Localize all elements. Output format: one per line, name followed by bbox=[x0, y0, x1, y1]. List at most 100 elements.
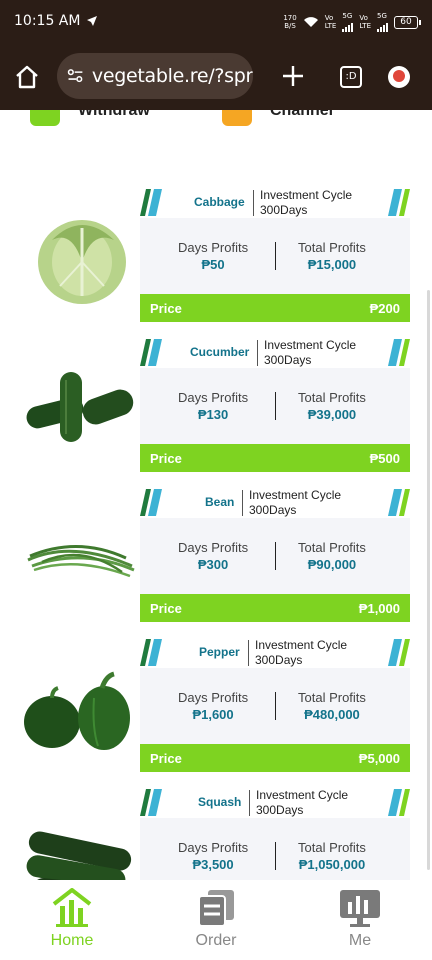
brand-stripe-icon bbox=[388, 189, 410, 216]
days-profits-value: ₱50 bbox=[201, 257, 225, 272]
sim2-bottom: LTE bbox=[359, 22, 371, 30]
investment-cycle-label: Investment Cycle bbox=[260, 188, 353, 202]
days-profits-label: Days Profits bbox=[178, 540, 249, 555]
cabbage-image bbox=[38, 220, 126, 304]
bean-image bbox=[27, 544, 135, 578]
wifi-icon bbox=[303, 17, 318, 27]
days-profits-value: ₱3,500 bbox=[192, 857, 234, 872]
product-name: Bean bbox=[205, 495, 235, 509]
investment-cycle-value: 300Days bbox=[260, 203, 308, 217]
total-profits-label: Total Profits bbox=[298, 690, 366, 705]
price-bar[interactable]: Price ₱500 bbox=[140, 444, 410, 472]
stat-divider bbox=[275, 692, 276, 720]
product-card-cabbage[interactable]: Cabbage Investment Cycle 300Days Days Pr… bbox=[0, 186, 432, 326]
product-card-bean[interactable]: Bean Investment Cycle 300Days Days Profi… bbox=[0, 486, 432, 626]
channel-label: Channel bbox=[270, 110, 334, 119]
card-header: Pepper Investment Cycle 300Days bbox=[140, 636, 410, 668]
product-card: Pepper Investment Cycle 300Days Days Pro… bbox=[140, 636, 410, 776]
network-speed-unit: B/S bbox=[284, 22, 296, 30]
withdraw-label: Withdraw bbox=[78, 110, 150, 119]
product-card: Cabbage Investment Cycle 300Days Days Pr… bbox=[140, 186, 410, 326]
investment-cycle: Investment Cycle 300Days bbox=[260, 188, 352, 218]
header-divider bbox=[242, 490, 243, 516]
withdraw-shortcut[interactable]: Withdraw bbox=[30, 110, 150, 126]
squash-image bbox=[26, 831, 132, 880]
brand-stripe-icon bbox=[388, 339, 410, 366]
channel-shortcut[interactable]: Channel bbox=[222, 110, 333, 126]
product-name: Cucumber bbox=[190, 345, 250, 359]
total-profits-value: ₱39,000 bbox=[307, 407, 357, 422]
sim1-top: Vo bbox=[324, 14, 334, 22]
brand-stripe-icon bbox=[388, 639, 410, 666]
nav-home[interactable]: Home bbox=[22, 888, 122, 950]
days-profits-value: ₱130 bbox=[197, 407, 229, 422]
nav-me[interactable]: Me bbox=[310, 888, 410, 950]
price-bar[interactable]: Price ₱200 bbox=[140, 294, 410, 322]
total-profits-label: Total Profits bbox=[298, 390, 366, 405]
nav-order[interactable]: Order bbox=[166, 888, 266, 950]
investment-cycle: Investment Cycle 300Days bbox=[256, 788, 348, 818]
days-profits-label: Days Profits bbox=[178, 390, 249, 405]
signal-bars-icon bbox=[377, 20, 388, 32]
days-profits-value: ₱1,600 bbox=[192, 707, 234, 722]
days-profits: Days Profits ₱3,500 bbox=[178, 840, 248, 872]
brand-stripe-icon bbox=[388, 489, 410, 516]
sim2-top: Vo bbox=[359, 14, 368, 22]
update-icon[interactable] bbox=[388, 66, 410, 88]
navigation-arrow-icon bbox=[87, 16, 97, 26]
price-label: Price bbox=[150, 601, 182, 616]
total-profits-label: Total Profits bbox=[298, 540, 366, 555]
card-header: Cabbage Investment Cycle 300Days bbox=[140, 186, 410, 218]
home-chart-icon bbox=[52, 888, 92, 927]
battery-icon: 60 bbox=[394, 15, 421, 29]
product-card-squash[interactable]: Squash Investment Cycle 300Days Days Pro… bbox=[0, 786, 432, 880]
product-card-cucumber[interactable]: Cucumber Investment Cycle 300Days Days P… bbox=[0, 336, 432, 476]
sim1-bottom: LTE bbox=[324, 22, 337, 30]
price-value: ₱200 bbox=[369, 301, 400, 316]
header-divider bbox=[248, 640, 249, 666]
nav-me-label: Me bbox=[348, 932, 372, 949]
stat-divider bbox=[275, 392, 276, 420]
shortcut-row: Withdraw Channel bbox=[0, 110, 432, 130]
sim2-gen: 5G bbox=[377, 12, 387, 20]
days-profits-value: ₱300 bbox=[197, 557, 229, 572]
price-bar[interactable]: Price ₱1,000 bbox=[140, 594, 410, 622]
investment-cycle: Investment Cycle 300Days bbox=[264, 338, 356, 368]
days-profits: Days Profits ₱1,600 bbox=[178, 690, 248, 722]
brand-stripe-icon bbox=[388, 789, 410, 816]
days-profits: Days Profits ₱50 bbox=[178, 240, 248, 272]
url-text: vegetable.re/?spr bbox=[91, 65, 253, 87]
card-body: Days Profits ₱130 Total Profits ₱39,000 bbox=[140, 368, 410, 444]
total-profits: Total Profits ₱39,000 bbox=[298, 390, 366, 422]
site-settings-icon[interactable] bbox=[67, 66, 84, 86]
investment-cycle: Investment Cycle 300Days bbox=[249, 488, 341, 518]
days-profits: Days Profits ₱130 bbox=[178, 390, 248, 422]
sim1-label: Vo LTE bbox=[325, 14, 337, 30]
pepper-image bbox=[24, 671, 130, 750]
sim1-gen: 5G bbox=[342, 12, 353, 20]
investment-cycle-label: Investment Cycle bbox=[256, 788, 349, 802]
product-card-pepper[interactable]: Pepper Investment Cycle 300Days Days Pro… bbox=[0, 636, 432, 776]
main-content: Withdraw Channel Cabbage Investment Cycl… bbox=[0, 110, 432, 880]
price-bar[interactable]: Price ₱5,000 bbox=[140, 744, 410, 772]
days-profits-label: Days Profits bbox=[178, 690, 249, 705]
price-label: Price bbox=[150, 301, 182, 316]
address-bar[interactable]: vegetable.re/?spr bbox=[57, 53, 253, 99]
new-tab-icon[interactable] bbox=[281, 64, 305, 88]
sim2-label: Vo LTE bbox=[359, 14, 371, 30]
card-body: Days Profits ₱300 Total Profits ₱90,000 bbox=[140, 518, 410, 594]
total-profits: Total Profits ₱90,000 bbox=[298, 540, 366, 572]
home-icon[interactable] bbox=[14, 64, 40, 90]
scrollbar[interactable] bbox=[427, 290, 430, 870]
total-profits-label: Total Profits bbox=[298, 840, 366, 855]
product-card: Cucumber Investment Cycle 300Days Days P… bbox=[140, 336, 410, 476]
investment-cycle-value: 300Days bbox=[264, 353, 312, 367]
card-body: Days Profits ₱3,500 Total Profits ₱1,050… bbox=[140, 818, 410, 880]
product-name: Squash bbox=[198, 795, 242, 809]
status-time: 10:15 AM bbox=[14, 13, 81, 29]
price-label: Price bbox=[150, 451, 182, 466]
days-profits: Days Profits ₱300 bbox=[178, 540, 248, 572]
cucumber-image bbox=[26, 372, 134, 442]
card-body: Days Profits ₱50 Total Profits ₱15,000 bbox=[140, 218, 410, 294]
tab-switcher-button[interactable]: :D bbox=[340, 66, 362, 88]
